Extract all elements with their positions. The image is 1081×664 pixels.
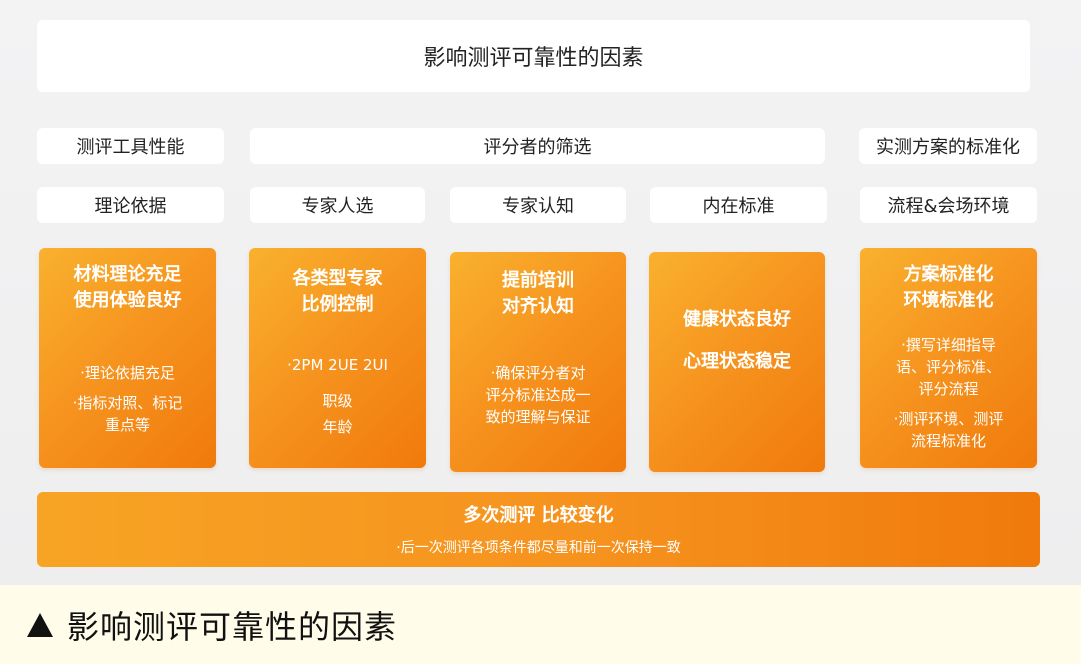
card-head: 比例控制	[301, 294, 374, 315]
card-item: 重点等	[104, 416, 150, 434]
category-tool-performance: 测评工具性能	[37, 128, 224, 164]
card-head: 心理状态稳定	[683, 351, 791, 372]
card-item: 致的理解与保证	[485, 408, 591, 426]
bar-head: 多次测评 比较变化	[463, 505, 614, 526]
triangle-icon	[27, 612, 53, 637]
sub-theory-basis: 理论依据	[37, 187, 224, 223]
card-expert-selection: 各类型专家 比例控制 ·2PM 2UE 2UI 职级 年龄	[249, 248, 426, 468]
card-theory-basis: 材料理论充足 使用体验良好 ·理论依据充足 ·指标对照、标记 重点等	[39, 248, 216, 468]
card-head: 使用体验良好	[73, 290, 182, 311]
card-item: ·确保评分者对	[490, 364, 586, 382]
sub-inner-standard: 内在标准	[650, 187, 827, 223]
card-process-environment: 方案标准化 环境标准化 ·撰写详细指导 语、评分标准、 评分流程 ·测评环境、测…	[860, 248, 1037, 468]
diagram-title: 影响测评可靠性的因素	[37, 20, 1030, 92]
card-head: 提前培训	[502, 270, 574, 291]
card-expert-cognition: 提前培训 对齐认知 ·确保评分者对 评分标准达成一 致的理解与保证	[450, 252, 626, 472]
card-head: 健康状态良好	[683, 309, 791, 330]
card-item: 评分流程	[918, 380, 979, 398]
card-item: 年龄	[322, 418, 353, 436]
card-item: ·2PM 2UE 2UI	[287, 356, 388, 374]
card-item: 流程标准化	[910, 432, 986, 450]
category-plan-standardization: 实测方案的标准化	[859, 128, 1037, 164]
caption-text: 影响测评可靠性的因素	[67, 607, 398, 646]
card-item: 职级	[322, 392, 353, 410]
sub-expert-selection: 专家人选	[250, 187, 425, 223]
card-head: 环境标准化	[903, 290, 994, 311]
card-head: 对齐认知	[502, 296, 574, 317]
category-rater-screening: 评分者的筛选	[250, 128, 825, 164]
card-head: 方案标准化	[903, 264, 994, 285]
card-item: ·测评环境、测评	[893, 410, 1004, 428]
sub-expert-cognition: 专家认知	[450, 187, 626, 223]
card-item: 评分标准达成一	[485, 386, 591, 404]
card-head: 材料理论充足	[73, 264, 182, 285]
figure-caption: 影响测评可靠性的因素	[0, 585, 1081, 664]
card-item: ·理论依据充足	[80, 364, 175, 382]
card-item: ·指标对照、标记	[72, 394, 183, 412]
sub-process-environment: 流程&会场环境	[860, 187, 1037, 223]
bar-note: ·后一次测评各项条件都尽量和前一次保持一致	[396, 540, 681, 556]
card-item: ·撰写详细指导	[901, 336, 996, 354]
card-inner-standard: 健康状态良好 心理状态稳定	[649, 252, 825, 472]
card-item: 语、评分标准、	[895, 358, 1001, 376]
card-head: 各类型专家	[292, 268, 383, 289]
repeated-assessment-bar: 多次测评 比较变化 ·后一次测评各项条件都尽量和前一次保持一致	[37, 492, 1040, 567]
